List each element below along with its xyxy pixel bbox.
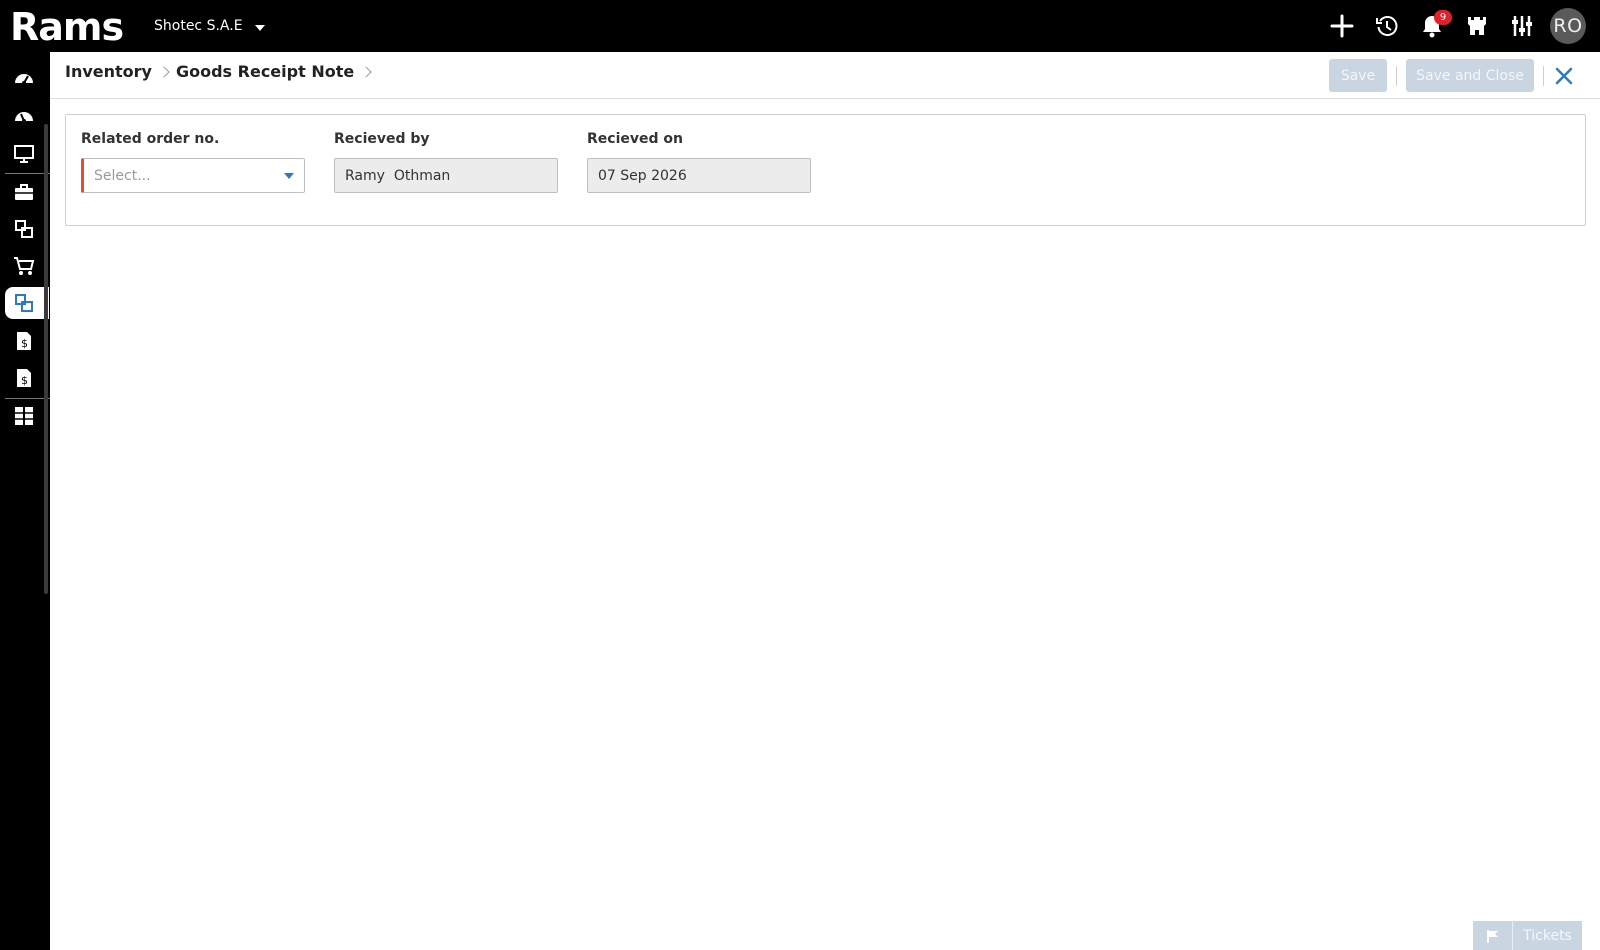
- monitor-icon: [14, 145, 34, 163]
- sliders-icon[interactable]: [1499, 0, 1544, 52]
- sidebar-item-reports[interactable]: [5, 400, 49, 432]
- sidebar-item-briefcase[interactable]: [5, 176, 49, 208]
- close-icon[interactable]: [1552, 64, 1576, 88]
- cart-icon: [14, 257, 35, 275]
- svg-text:Rams: Rams: [10, 6, 123, 46]
- top-bar: Rams Shotec S.A.E 9 RO: [0, 0, 1600, 52]
- sidebar-item-monitor[interactable]: [5, 138, 49, 170]
- sidebar-item-invoices[interactable]: $: [5, 325, 49, 357]
- goods-receipt-form: Related order no. Select... Recieved by …: [65, 114, 1586, 226]
- divider: [1543, 66, 1544, 86]
- bell-icon[interactable]: 9: [1409, 0, 1454, 52]
- top-actions: 9 RO: [1319, 0, 1600, 52]
- castle-icon[interactable]: [1454, 0, 1499, 52]
- inventory-active-icon: [15, 294, 33, 312]
- related-order-placeholder: Select...: [94, 167, 151, 184]
- received-by-input[interactable]: Ramy Othman: [334, 158, 558, 193]
- notification-badge: 9: [1434, 10, 1452, 25]
- received-on-input[interactable]: 07 Sep 2026: [587, 158, 811, 193]
- company-name: Shotec S.A.E: [154, 18, 243, 34]
- received-on-label: Recieved on: [587, 131, 683, 147]
- briefcase-icon: [15, 184, 33, 200]
- received-by-label: Recieved by: [334, 131, 430, 147]
- divider: [1396, 66, 1397, 86]
- rams-logo[interactable]: Rams: [10, 6, 132, 46]
- received-by-value: Ramy Othman: [345, 167, 451, 184]
- history-icon[interactable]: [1364, 0, 1409, 52]
- breadcrumb-goods-receipt-note[interactable]: Goods Receipt Note: [176, 62, 354, 81]
- plus-icon[interactable]: [1319, 0, 1364, 52]
- svg-text:$: $: [21, 374, 28, 387]
- dashboard-alt-icon: [15, 112, 33, 123]
- related-order-field: Related order no. Select...: [81, 131, 305, 193]
- received-on-field: Recieved on 07 Sep 2026: [587, 131, 811, 193]
- sidebar-item-dashboard[interactable]: [5, 62, 49, 94]
- chevron-right-icon: [360, 65, 372, 78]
- breadcrumb: Inventory Goods Receipt Note: [65, 62, 378, 81]
- svg-text:$: $: [21, 337, 28, 350]
- chevron-down-icon: [254, 25, 265, 31]
- company-selector[interactable]: Shotec S.A.E: [154, 18, 265, 34]
- dashboard-icon: [15, 74, 33, 85]
- tickets-button[interactable]: Tickets: [1473, 921, 1582, 950]
- related-order-select[interactable]: Select...: [81, 158, 305, 193]
- reports-grid-icon: [15, 407, 33, 425]
- sidebar-item-inventory-boxes[interactable]: [5, 213, 49, 245]
- inventory-boxes-icon: [15, 220, 33, 238]
- sidebar-item-invoices-2[interactable]: $: [5, 362, 49, 394]
- sidebar-scrollbar[interactable]: [44, 124, 48, 594]
- user-avatar[interactable]: RO: [1550, 8, 1586, 44]
- flag-icon: [1473, 921, 1513, 950]
- save-button[interactable]: Save: [1329, 59, 1387, 92]
- sidebar: $ $: [0, 52, 50, 950]
- caret-down-icon: [284, 172, 294, 179]
- sidebar-item-inventory[interactable]: [5, 287, 49, 319]
- tickets-label: Tickets: [1523, 927, 1572, 944]
- sidebar-item-cart[interactable]: [5, 250, 49, 282]
- invoice-dollar-alt-icon: $: [17, 369, 31, 387]
- breadcrumb-inventory[interactable]: Inventory: [65, 62, 152, 81]
- chevron-right-icon: [158, 65, 170, 78]
- related-order-label: Related order no.: [81, 131, 220, 147]
- received-by-field: Recieved by Ramy Othman: [334, 131, 558, 193]
- page-header: Inventory Goods Receipt Note Save Save a…: [50, 52, 1600, 99]
- save-and-close-button[interactable]: Save and Close: [1406, 59, 1534, 92]
- received-on-value: 07 Sep 2026: [598, 167, 687, 184]
- invoice-dollar-icon: $: [17, 332, 31, 350]
- sidebar-item-dashboard-2[interactable]: [5, 100, 49, 132]
